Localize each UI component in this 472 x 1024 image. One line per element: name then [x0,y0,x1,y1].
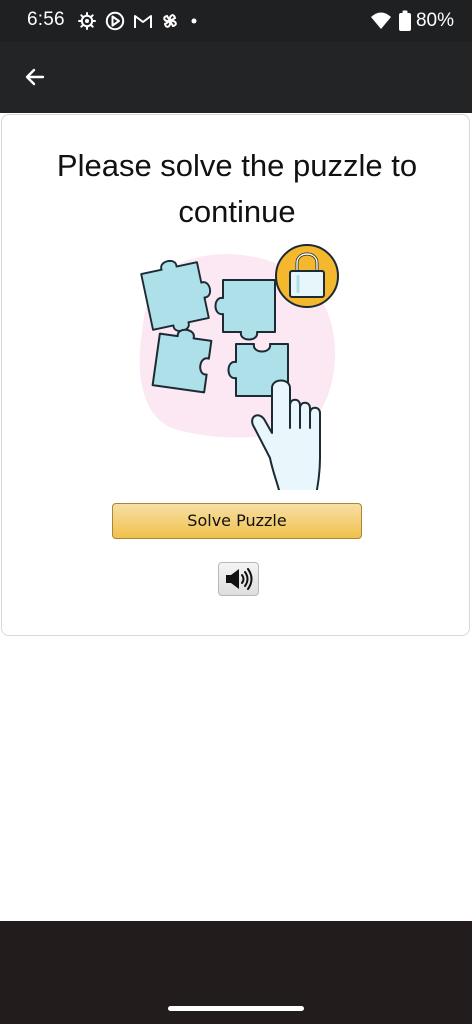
status-notification-icons [78,11,197,31]
puzzle-card: Please solve the puzzle to continue Solv… [1,114,470,636]
back-button[interactable] [16,58,54,96]
app-bar [0,42,472,113]
gmail-icon [134,15,152,28]
page-title: Please solve the puzzle to continue [56,148,418,229]
battery-percentage: 80% [415,10,454,31]
speaker-icon [225,568,252,590]
puzzle-lock-hand-illustration [139,244,339,490]
pinwheel-icon [163,14,177,28]
navigation-bar [0,921,472,1024]
puzzle-piece-icon [214,279,276,341]
solve-puzzle-button[interactable]: Solve Puzzle [112,503,362,539]
status-bar: 6:56 80% [0,0,472,42]
status-time: 6:56 [27,9,65,30]
lock-icon [275,244,339,308]
home-gesture-handle[interactable] [168,1006,304,1011]
arrow-left-icon [25,68,45,86]
audio-challenge-button[interactable] [218,562,259,596]
battery-icon [398,10,411,31]
wifi-icon [370,12,391,29]
settings-icon [78,12,96,30]
dot-icon [191,18,197,24]
status-system-icons: 80% [370,9,454,33]
play-circle-icon [105,11,125,31]
